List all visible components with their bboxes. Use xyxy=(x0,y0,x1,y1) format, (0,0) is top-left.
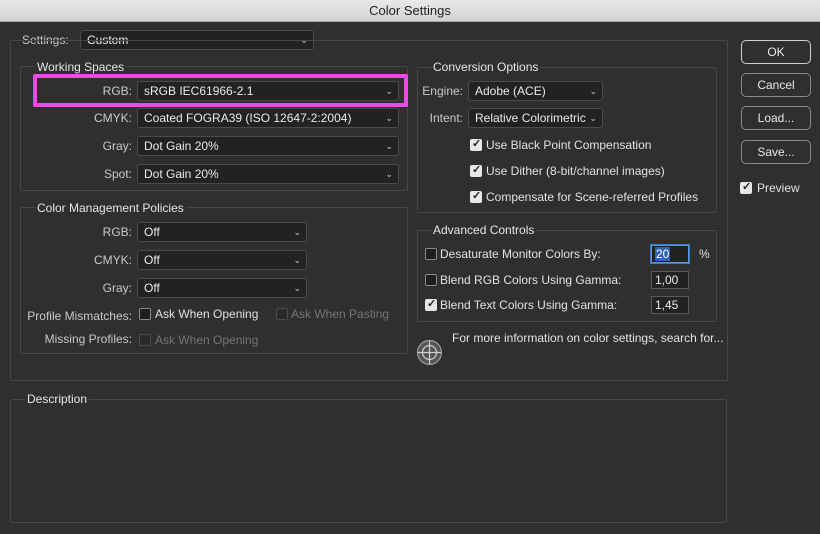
color-settings-info-icon xyxy=(416,339,443,369)
profile-mismatches-label: Profile Mismatches: xyxy=(27,309,132,323)
ws-gray-value: Dot Gain 20% xyxy=(144,139,219,153)
policy-gray-label: Gray: xyxy=(102,281,132,295)
black-point-checkbox[interactable] xyxy=(470,137,482,151)
chevron-down-icon: ⌄ xyxy=(589,113,597,123)
blend-text-input[interactable]: 1,45 xyxy=(651,296,689,314)
policy-cmyk-select[interactable]: Off ⌄ xyxy=(137,250,307,270)
policy-rgb-value: Off xyxy=(144,225,160,239)
blend-rgb-input[interactable]: 1,00 xyxy=(651,271,689,289)
chevron-down-icon: ⌄ xyxy=(293,227,301,237)
chevron-down-icon: ⌄ xyxy=(293,255,301,265)
description-title: Description xyxy=(25,392,90,406)
engine-select[interactable]: Adobe (ACE) ⌄ xyxy=(468,81,603,101)
ws-spot-value: Dot Gain 20% xyxy=(144,167,219,181)
chevron-down-icon: ⌄ xyxy=(385,113,393,123)
policy-cmyk-label: CMYK: xyxy=(93,253,132,267)
ws-cmyk-label: CMYK: xyxy=(93,111,132,125)
info-text: For more information on color settings, … xyxy=(452,331,724,345)
rgb-highlight-box xyxy=(33,74,408,107)
engine-value: Adobe (ACE) xyxy=(475,84,546,98)
policies-title: Color Management Policies xyxy=(35,201,186,215)
window-title: Color Settings xyxy=(0,0,820,22)
working-spaces-title: Working Spaces xyxy=(35,60,127,74)
blend-rgb-checkbox[interactable] xyxy=(425,274,437,286)
policy-rgb-select[interactable]: Off ⌄ xyxy=(137,222,307,242)
ws-spot-label: Spot: xyxy=(103,167,132,181)
ws-cmyk-select[interactable]: Coated FOGRA39 (ISO 12647-2:2004) ⌄ xyxy=(137,108,399,128)
engine-label: Engine: xyxy=(422,84,463,98)
dither-checkbox[interactable] xyxy=(470,163,482,177)
blend-text-checkbox[interactable] xyxy=(425,297,437,311)
chevron-down-icon: ⌄ xyxy=(385,169,393,179)
ok-button[interactable]: OK xyxy=(741,40,811,64)
ask-when-pasting-label: Ask When Pasting xyxy=(291,307,390,321)
blend-rgb-label: Blend RGB Colors Using Gamma: xyxy=(440,273,622,287)
dither-label: Use Dither (8-bit/channel images) xyxy=(486,164,665,178)
policy-rgb-label: RGB: xyxy=(102,225,132,239)
load-button[interactable]: Load... xyxy=(741,106,811,130)
intent-select[interactable]: Relative Colorimetric ⌄ xyxy=(468,108,603,128)
chevron-down-icon: ⌄ xyxy=(293,283,301,293)
scene-referred-label: Compensate for Scene-referred Profiles xyxy=(486,190,699,204)
preview-label: Preview xyxy=(757,181,800,195)
advanced-title: Advanced Controls xyxy=(431,223,537,237)
conversion-title: Conversion Options xyxy=(431,60,541,74)
desaturate-value: 20 xyxy=(655,247,671,261)
policy-cmyk-value: Off xyxy=(144,253,160,267)
blend-text-label: Blend Text Colors Using Gamma: xyxy=(440,298,618,312)
intent-label: Intent: xyxy=(429,111,463,125)
scene-referred-checkbox[interactable] xyxy=(470,189,482,203)
missing-ask-when-opening-label: Ask When Opening xyxy=(155,333,259,347)
chevron-down-icon: ⌄ xyxy=(589,86,597,96)
intent-value: Relative Colorimetric xyxy=(475,111,586,125)
ws-spot-select[interactable]: Dot Gain 20% ⌄ xyxy=(137,164,399,184)
description-panel xyxy=(10,399,727,523)
ws-gray-select[interactable]: Dot Gain 20% ⌄ xyxy=(137,136,399,156)
ws-cmyk-value: Coated FOGRA39 (ISO 12647-2:2004) xyxy=(144,111,352,125)
missing-profiles-label: Missing Profiles: xyxy=(44,332,132,346)
desaturate-checkbox[interactable] xyxy=(425,248,437,260)
chevron-down-icon: ⌄ xyxy=(385,141,393,151)
ws-gray-label: Gray: xyxy=(102,139,132,153)
black-point-label: Use Black Point Compensation xyxy=(486,138,652,152)
desaturate-label: Desaturate Monitor Colors By: xyxy=(440,247,601,261)
ask-when-pasting-checkbox[interactable] xyxy=(276,308,288,320)
preview-checkbox[interactable] xyxy=(740,180,752,194)
cancel-button[interactable]: Cancel xyxy=(741,73,811,97)
save-button[interactable]: Save... xyxy=(741,140,811,164)
missing-ask-when-opening-checkbox[interactable] xyxy=(139,334,151,346)
ask-when-opening-label: Ask When Opening xyxy=(155,307,259,321)
policy-gray-select[interactable]: Off ⌄ xyxy=(137,278,307,298)
policy-gray-value: Off xyxy=(144,281,160,295)
desaturate-unit: % xyxy=(699,247,710,261)
desaturate-input[interactable]: 20 xyxy=(651,245,689,263)
ask-when-opening-checkbox[interactable] xyxy=(139,308,151,320)
